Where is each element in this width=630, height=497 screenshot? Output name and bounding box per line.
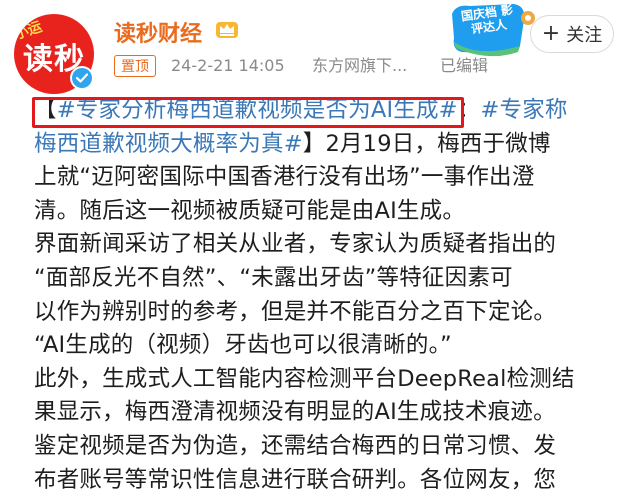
topic-link-2-part-2[interactable]: 梅西道歉视频大概率为真# xyxy=(34,131,303,157)
post-line-6: “面部反光不自然”、“未露出牙齿”等特征因素可 xyxy=(34,264,513,291)
post-line-11: 鉴定视频是否为伪造，还需结合梅西的日常习惯、发 xyxy=(34,432,557,459)
post-line-4: 清。随后这一视频被质疑可能是由AI生成。 xyxy=(34,197,466,224)
pinned-badge: 置顶 xyxy=(114,55,156,77)
verified-badge-icon xyxy=(70,66,94,90)
follow-label: 关注 xyxy=(566,25,603,46)
post-line-10: 果显示，梅西澄清视频没有明显的AI生成技术痕迹。 xyxy=(34,399,556,426)
account-name[interactable]: 读秒财经 xyxy=(114,16,202,48)
plus-icon: + xyxy=(541,21,561,46)
post-line-3: 上就“迈阿密国际中国香港行没有出场”一事作出澄 xyxy=(34,164,535,191)
post-timestamp: 24-2-21 14:05 xyxy=(171,56,285,75)
post-line-8: “AI生成的（视频）牙齿也可以很清晰的。” xyxy=(34,332,452,359)
post-line-2: 梅西道歉视频大概率为真#】2月19日，梅西于微博 xyxy=(34,130,551,157)
post-content: 【#专家分析梅西道歉视频是否为AI生成#：#专家称 梅西道歉视频大概率为真#】2… xyxy=(34,94,614,497)
post-source[interactable]: 东方网旗下... xyxy=(312,55,407,77)
post-line-9: 此外，生成式人工智能内容检测平台DeepReal检测结 xyxy=(34,365,575,392)
topic-link-2-part-1[interactable]: #专家称 xyxy=(480,97,567,123)
follow-button[interactable]: + 关注 xyxy=(530,15,614,53)
post-line-5: 界面新闻采访了相关从业者，专家认为质疑者指出的 xyxy=(34,231,557,258)
edited-label[interactable]: 已编辑 xyxy=(440,55,488,77)
crown-icon xyxy=(214,16,240,42)
post-line-7: 以作为辨别时的参考，但是并不能百分之百下定论。 xyxy=(34,298,557,325)
highlight-annotation-box xyxy=(32,97,464,128)
